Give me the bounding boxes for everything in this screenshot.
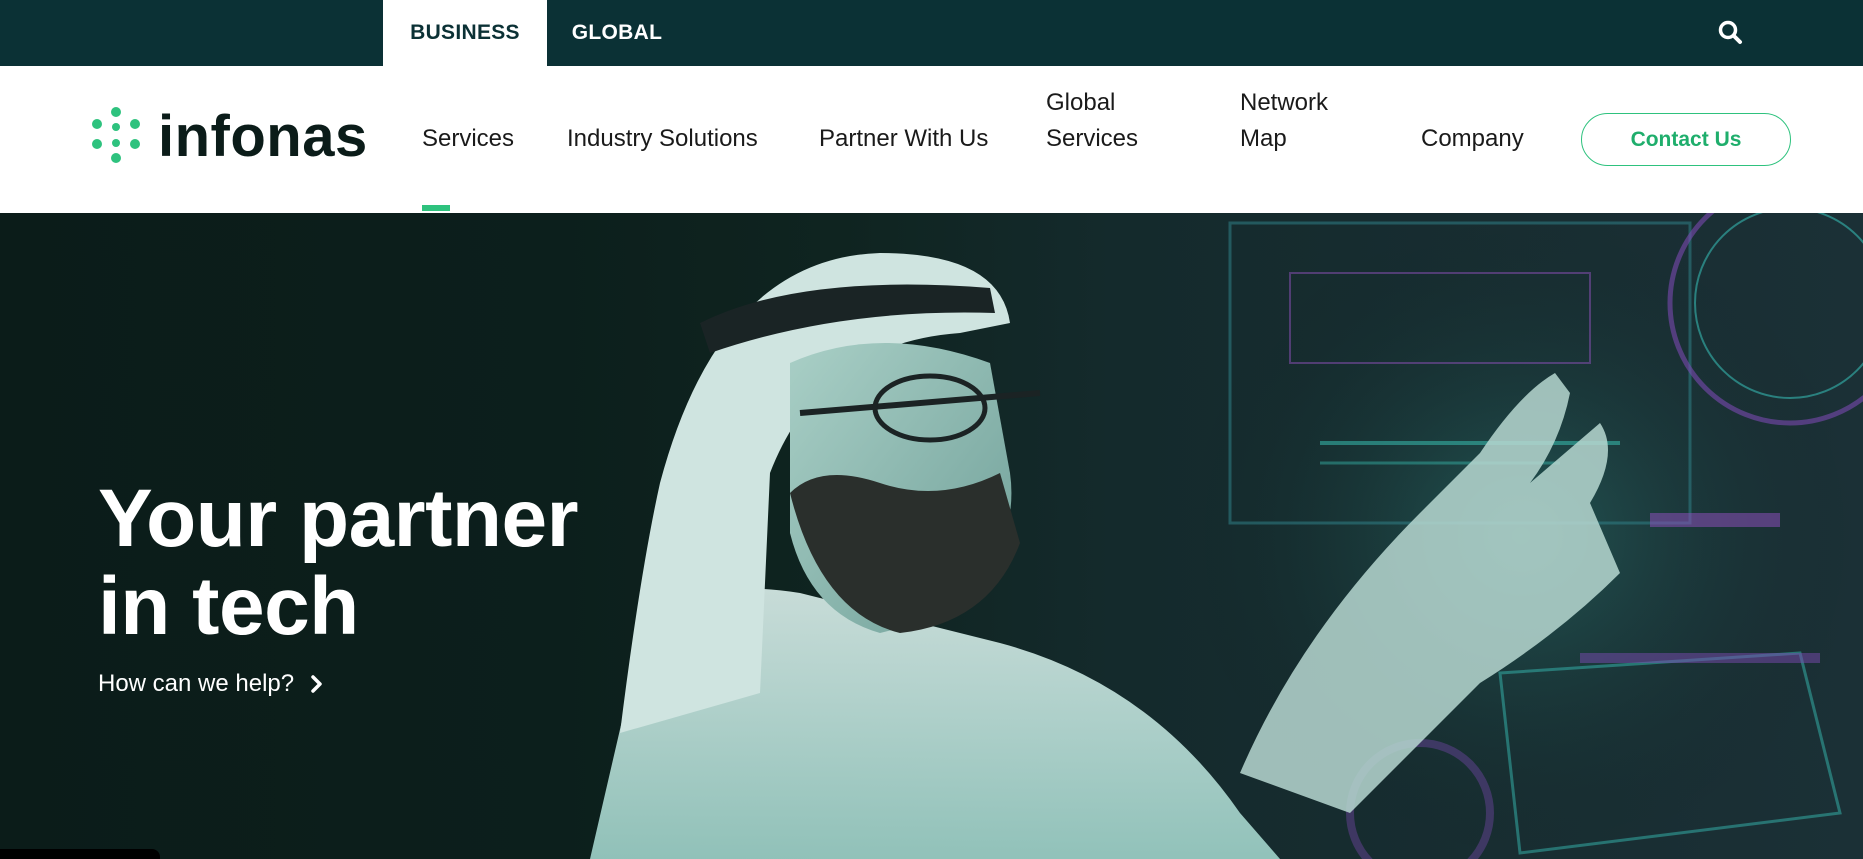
nav-item-global-services[interactable]: Global Services: [1046, 85, 1138, 157]
nav-item-industry-solutions[interactable]: Industry Solutions: [567, 121, 758, 157]
top-bar: BUSINESS GLOBAL: [0, 0, 1863, 66]
nav-item-company[interactable]: Company: [1421, 121, 1524, 157]
hero-title-line: in tech: [98, 561, 359, 652]
nav-item-partner-with-us[interactable]: Partner With Us: [819, 121, 988, 157]
hero-banner: Your partner in tech How can we help?: [0, 213, 1863, 859]
hero-title: Your partner in tech: [98, 473, 579, 652]
search-icon: [1717, 19, 1743, 50]
nav-item-services[interactable]: Services: [422, 121, 514, 211]
nav-item-label: Network: [1240, 89, 1329, 116]
nav-item-network-map[interactable]: Network Map: [1240, 85, 1328, 157]
search-button[interactable]: [1710, 14, 1750, 54]
bottom-widget-edge[interactable]: [0, 849, 160, 859]
main-nav: infonas Services Industry Solutions Part…: [0, 66, 1863, 213]
tab-global[interactable]: GLOBAL: [547, 0, 687, 66]
how-can-we-help-link[interactable]: How can we help?: [98, 670, 324, 698]
cta-label: How can we help?: [98, 670, 295, 697]
logo-mark-icon: [90, 106, 142, 168]
logo[interactable]: infonas: [90, 102, 368, 172]
nav-item-label: Map: [1240, 125, 1287, 152]
chevron-right-icon: [310, 675, 324, 693]
contact-us-button[interactable]: Contact Us: [1581, 113, 1791, 166]
tab-business[interactable]: BUSINESS: [383, 0, 547, 66]
nav-item-label: Services: [1046, 125, 1139, 152]
hero-title-line: Your partner: [98, 473, 579, 564]
nav-item-label: Global: [1046, 89, 1116, 116]
logo-text: infonas: [158, 104, 368, 169]
